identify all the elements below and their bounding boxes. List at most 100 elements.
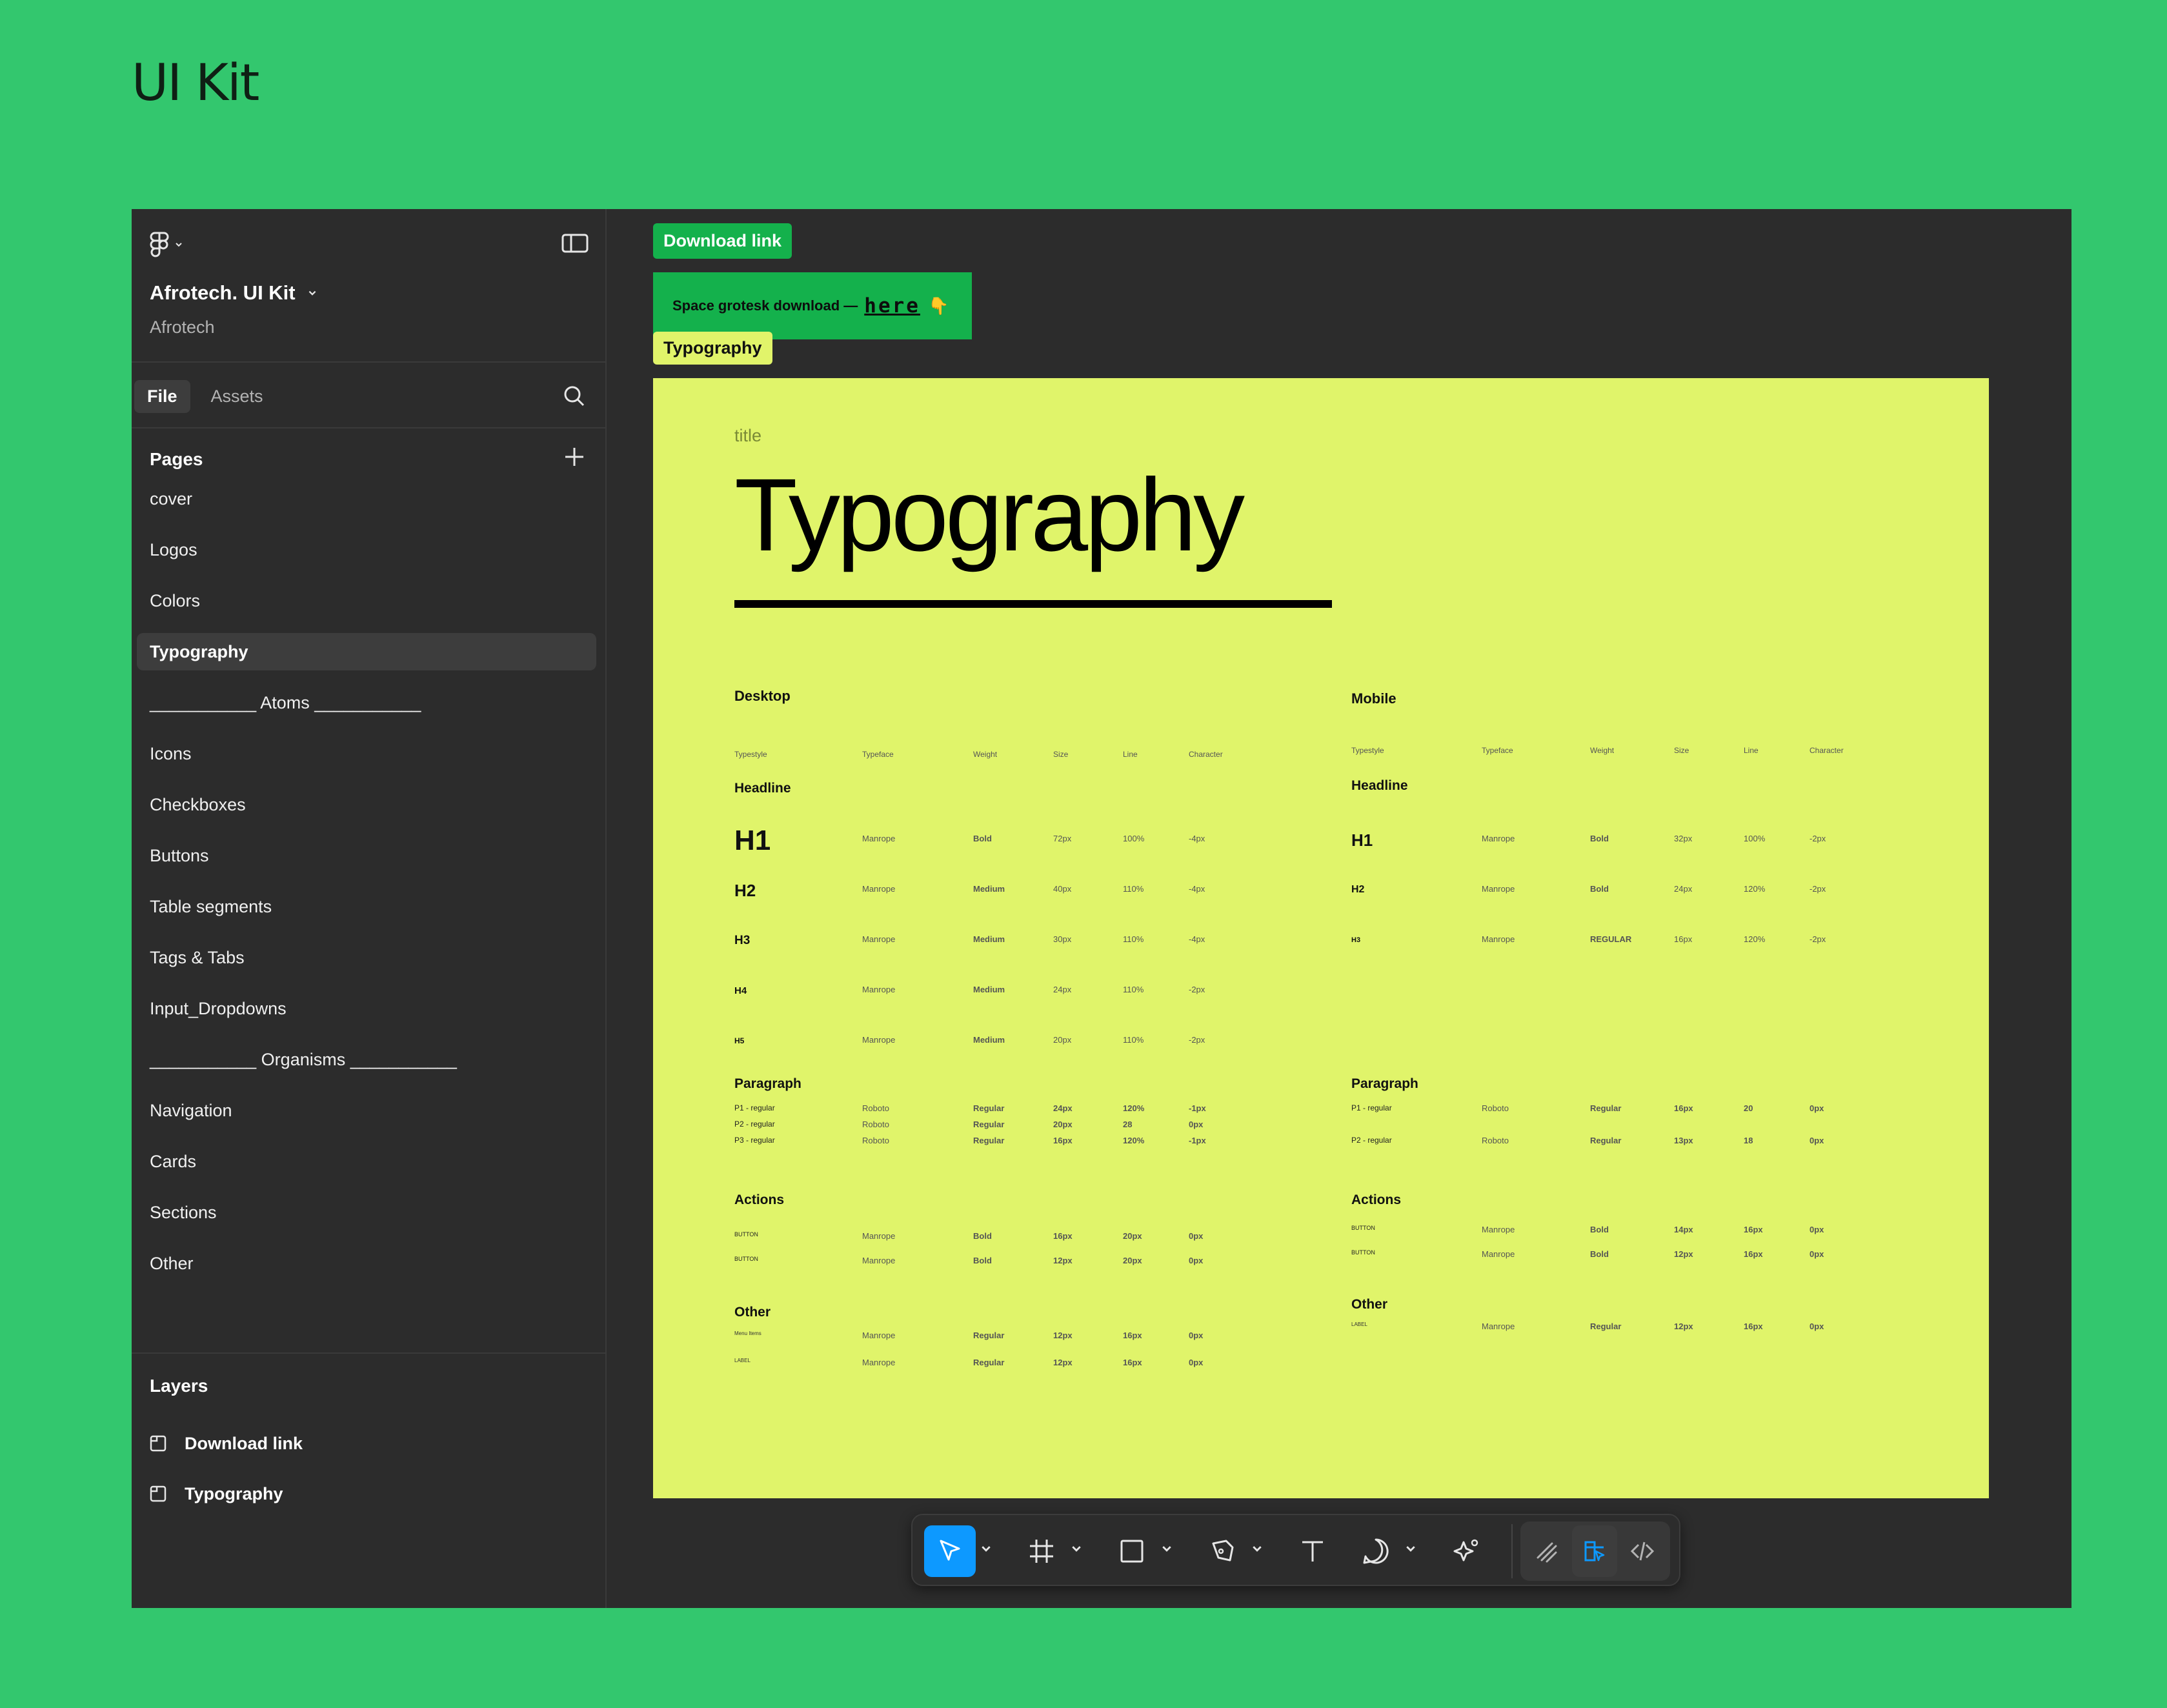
type-row-cell: 120% (1744, 884, 1766, 894)
type-row-cell: Manrope (862, 1035, 896, 1045)
page-item-logos[interactable]: Logos (137, 531, 596, 568)
mobile-column-header: Typestyle (1351, 746, 1384, 755)
file-name-button[interactable]: Afrotech. UI Kit (150, 281, 317, 305)
page-item-checkboxes[interactable]: Checkboxes (137, 786, 596, 823)
download-banner[interactable]: Space grotesk download — here 👇 (653, 272, 972, 339)
design-mode-button[interactable] (1572, 1525, 1617, 1577)
actions-tool-button[interactable] (1440, 1525, 1492, 1577)
layer-item-typography[interactable]: Typography (150, 1478, 283, 1510)
page-item-cover[interactable]: cover (137, 480, 596, 517)
toolbar-divider (1511, 1524, 1513, 1578)
type-row-cell: Regular (973, 1136, 1005, 1145)
type-row-cell: BUTTON (734, 1231, 758, 1238)
toggle-sidebar-button[interactable] (561, 232, 589, 254)
type-row-cell: 0px (1809, 1321, 1824, 1331)
layers-heading: Layers (150, 1376, 208, 1396)
type-row-cell: Bold (1590, 884, 1609, 894)
chevron-down-icon[interactable] (1070, 1542, 1083, 1555)
chevron-down-icon[interactable] (1404, 1542, 1417, 1555)
type-row-cell: 120% (1744, 934, 1766, 944)
page-item-icons[interactable]: Icons (137, 735, 596, 772)
type-row-cell: Manrope (862, 1256, 896, 1265)
page-item-other[interactable]: Other (137, 1245, 596, 1282)
type-row-cell: 40px (1053, 884, 1072, 894)
type-row-cell: 16px (1123, 1331, 1142, 1340)
type-row-cell: REGULAR (1590, 934, 1632, 944)
mobile-paragraph-heading: Paragraph (1351, 1076, 1418, 1091)
type-row-cell: 16px (1053, 1136, 1073, 1145)
banner-link[interactable]: here (864, 294, 920, 317)
type-row-cell: P1 - regular (734, 1103, 775, 1112)
type-row-cell: 120% (1123, 1103, 1145, 1113)
text-tool-button[interactable] (1287, 1525, 1338, 1577)
type-row-cell: Manrope (1482, 1321, 1515, 1331)
type-row-cell: 28 (1123, 1120, 1133, 1129)
type-row-cell: BUTTON (1351, 1249, 1375, 1256)
main-menu-button[interactable] (150, 228, 188, 261)
type-row-cell: 20 (1744, 1103, 1753, 1113)
type-row-cell: H5 (734, 1036, 745, 1045)
comment-tool-button[interactable] (1350, 1525, 1402, 1577)
page-item-input-dropdowns[interactable]: Input_Dropdowns (137, 990, 596, 1027)
tab-assets[interactable]: Assets (198, 380, 276, 413)
type-row-cell: 24px (1053, 985, 1072, 994)
page-item-table-segments[interactable]: Table segments (137, 888, 596, 925)
type-row-cell: Medium (973, 985, 1005, 994)
move-tool-button[interactable] (924, 1525, 976, 1577)
type-row-cell: Manrope (862, 1331, 896, 1340)
type-row-cell: Regular (1590, 1136, 1622, 1145)
chevron-down-icon (308, 290, 316, 296)
page-item-sections[interactable]: Sections (137, 1194, 596, 1231)
draw-mode-button[interactable] (1524, 1525, 1569, 1577)
layer-label: Download link (185, 1433, 303, 1453)
page-item-navigation[interactable]: Navigation (137, 1092, 596, 1129)
type-row-cell: 24px (1674, 884, 1693, 894)
type-row-cell: Bold (1590, 1249, 1609, 1259)
desktop-paragraph-heading: Paragraph (734, 1076, 801, 1091)
draw-icon (1537, 1542, 1557, 1563)
dev-mode-button[interactable] (1620, 1525, 1665, 1577)
page-item-cards[interactable]: Cards (137, 1143, 596, 1180)
typography-section-tag[interactable]: Typography (653, 332, 772, 365)
artboard-label: title (734, 426, 762, 445)
type-row-cell: Regular (973, 1103, 1005, 1113)
page-item-atoms-divider[interactable]: ___________ Atoms ___________ (137, 684, 596, 721)
left-sidebar: Afrotech. UI Kit Afrotech File Assets Pa… (132, 209, 607, 1608)
chevron-down-icon[interactable] (980, 1542, 993, 1555)
type-row-cell: H1 (1351, 830, 1373, 850)
page-item-buttons[interactable]: Buttons (137, 837, 596, 874)
mobile-column-header: Line (1744, 746, 1759, 755)
search-button[interactable] (561, 383, 587, 409)
mobile-column-header: Size (1674, 746, 1689, 755)
rectangle-icon (1120, 1540, 1144, 1563)
page-item-colors[interactable]: Colors (137, 582, 596, 619)
download-link-section-tag[interactable]: Download link (653, 223, 792, 259)
tab-file[interactable]: File (134, 379, 190, 413)
type-row-cell: 110% (1123, 1035, 1144, 1045)
type-row-cell: P2 - regular (1351, 1136, 1392, 1145)
page-item-typography[interactable]: Typography (137, 633, 596, 670)
layer-label: Typography (185, 1483, 283, 1503)
page-item-organisms-divider[interactable]: ___________ Organisms ___________ (137, 1041, 596, 1078)
type-row-cell: -4px (1189, 834, 1205, 843)
type-row-cell: 0px (1189, 1256, 1204, 1265)
type-row-cell: Manrope (862, 1231, 896, 1241)
type-row-cell: 12px (1053, 1256, 1073, 1265)
type-row-cell: 12px (1053, 1358, 1073, 1367)
typography-artboard[interactable]: title Typography Desktop Typestyle Typefac… (653, 378, 1989, 1498)
chevron-down-icon[interactable] (1251, 1542, 1264, 1555)
layer-item-download-link[interactable]: Download link (150, 1427, 303, 1460)
desktop-column-header: Line (1123, 750, 1138, 759)
chevron-down-icon[interactable] (1160, 1542, 1173, 1555)
pen-tool-button[interactable] (1196, 1525, 1248, 1577)
page-item-tags-tabs[interactable]: Tags & Tabs (137, 939, 596, 976)
type-row-cell: H3 (734, 933, 751, 947)
type-row-cell: 0px (1809, 1225, 1824, 1234)
shape-tool-button[interactable] (1106, 1525, 1158, 1577)
type-row-cell: 0px (1189, 1358, 1204, 1367)
figma-window: Afrotech. UI Kit Afrotech File Assets Pa… (132, 209, 2071, 1608)
frame-tool-button[interactable] (1016, 1525, 1067, 1577)
type-row-cell: -4px (1189, 934, 1205, 944)
add-page-button[interactable] (563, 445, 586, 468)
type-row-cell: 16px (1744, 1249, 1763, 1259)
